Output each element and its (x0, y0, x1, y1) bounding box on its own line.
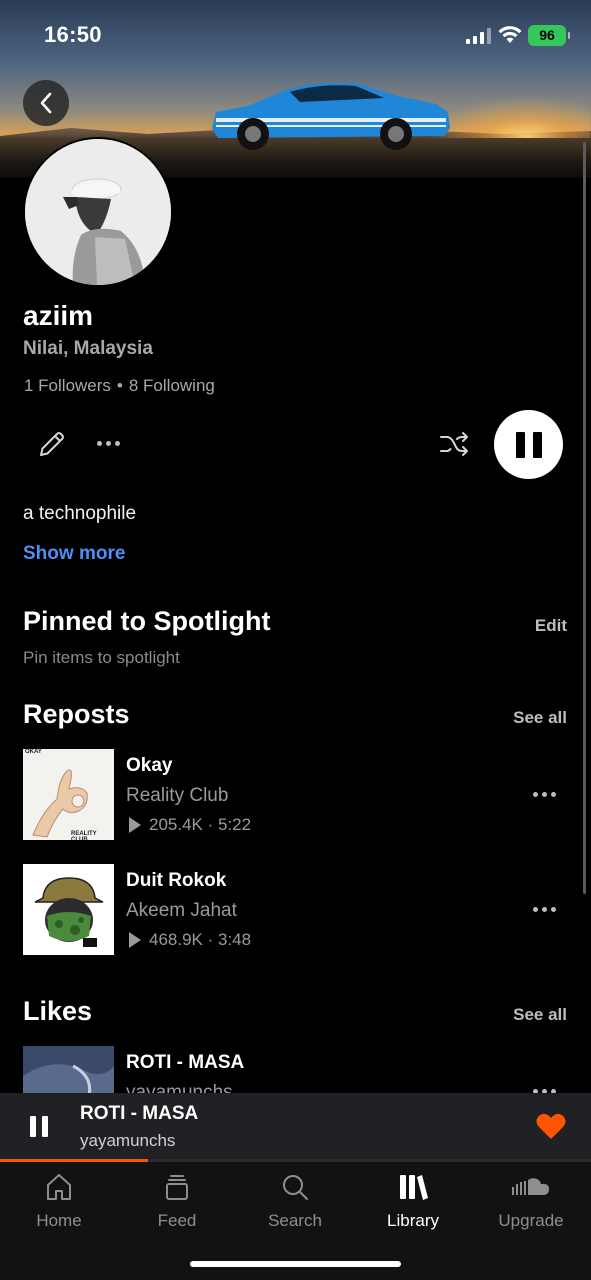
track-stats: 205.4K · 5:22 (129, 815, 251, 835)
avatar[interactable] (23, 137, 173, 287)
repost-track-duit-rokok[interactable]: Duit Rokok Akeem Jahat 468.9K · 3:48 (23, 864, 568, 956)
tab-label: Home (36, 1211, 82, 1230)
separator: • (116, 376, 123, 395)
reposts-see-all[interactable]: See all (513, 708, 567, 728)
profile-bio: a technophile (23, 503, 137, 524)
shuffle-icon[interactable] (438, 429, 470, 459)
track-artwork (23, 1046, 114, 1093)
track-title: Duit Rokok (126, 870, 227, 891)
library-icon (398, 1170, 428, 1204)
pencil-icon[interactable] (37, 429, 67, 459)
track-more-icon[interactable] (533, 907, 556, 912)
track-artwork: OKAY REALITY CLUB (23, 749, 114, 840)
profile-location: Nilai, Malaysia (23, 338, 153, 359)
play-count-icon (129, 932, 141, 948)
play-count-icon (129, 817, 141, 833)
track-artwork (23, 864, 114, 955)
battery-icon: 96 (528, 25, 570, 46)
tab-search[interactable]: Search (236, 1170, 354, 1240)
track-stats: 468.9K · 3:48 (129, 930, 251, 950)
follow-counts: 1 Followers • 8 Following (24, 376, 215, 396)
avatar-image (25, 139, 171, 285)
feed-icon (162, 1170, 192, 1204)
heart-icon[interactable] (536, 1113, 566, 1140)
track-plays-duration: 205.4K · 5:22 (149, 815, 252, 834)
tab-label: Library (387, 1211, 439, 1230)
status-bar: 16:50 96 (0, 0, 591, 70)
repost-track-okay[interactable]: OKAY REALITY CLUB Okay Reality Club 205.… (23, 749, 568, 841)
track-title: ROTI - MASA (126, 1052, 245, 1073)
tab-label: Upgrade (498, 1211, 564, 1230)
profile-username: aziim (23, 300, 94, 331)
pause-button[interactable] (494, 410, 563, 479)
spotlight-title: Pinned to Spotlight (23, 606, 271, 636)
track-artist[interactable]: Akeem Jahat (126, 900, 237, 922)
followers-count[interactable]: 1 Followers (24, 376, 111, 395)
wifi-icon (498, 26, 522, 43)
track-plays-duration: 468.9K · 3:48 (149, 930, 252, 949)
spotlight-subtitle: Pin items to spotlight (23, 648, 180, 667)
like-track-roti-masa[interactable]: ROTI - MASA yayamunchs (23, 1046, 568, 1093)
tab-library[interactable]: Library (354, 1170, 472, 1240)
reposts-title: Reposts (23, 699, 130, 729)
tab-label: Feed (157, 1211, 197, 1230)
soundcloud-icon (512, 1170, 550, 1204)
spotlight-edit-button[interactable]: Edit (535, 616, 567, 636)
home-icon (44, 1170, 74, 1204)
track-title: Okay (126, 755, 173, 776)
likes-see-all[interactable]: See all (513, 1005, 567, 1025)
pause-icon (30, 1116, 36, 1137)
banner-car-image (212, 82, 450, 150)
pause-icon (515, 431, 525, 458)
tab-feed[interactable]: Feed (118, 1170, 236, 1240)
following-count[interactable]: 8 Following (129, 376, 215, 395)
status-time: 16:50 (44, 22, 102, 47)
track-artist[interactable]: Reality Club (126, 785, 228, 807)
search-icon (280, 1170, 310, 1204)
artwork-text-bottom: REALITY CLUB (71, 831, 97, 840)
tab-upgrade[interactable]: Upgrade (472, 1170, 590, 1240)
likes-title: Likes (23, 996, 93, 1026)
back-button[interactable] (23, 80, 69, 126)
track-more-icon[interactable] (533, 792, 556, 797)
track-artist[interactable]: yayamunchs (126, 1082, 233, 1093)
show-more-link[interactable]: Show more (23, 543, 125, 565)
mini-player-pause-button[interactable] (30, 1116, 48, 1137)
tab-home[interactable]: Home (0, 1170, 118, 1240)
mini-player-title: ROTI - MASA (80, 1103, 199, 1124)
scrollbar[interactable] (583, 142, 586, 894)
mini-player-artist: yayamunchs (80, 1131, 176, 1150)
tab-label: Search (268, 1211, 322, 1230)
mini-player[interactable]: ROTI - MASA yayamunchs (0, 1093, 591, 1161)
artwork-text-top: OKAY (25, 749, 42, 755)
signal-icon (466, 28, 491, 44)
home-indicator[interactable] (190, 1261, 401, 1267)
more-icon[interactable] (97, 441, 120, 446)
chevron-left-icon (40, 92, 52, 114)
